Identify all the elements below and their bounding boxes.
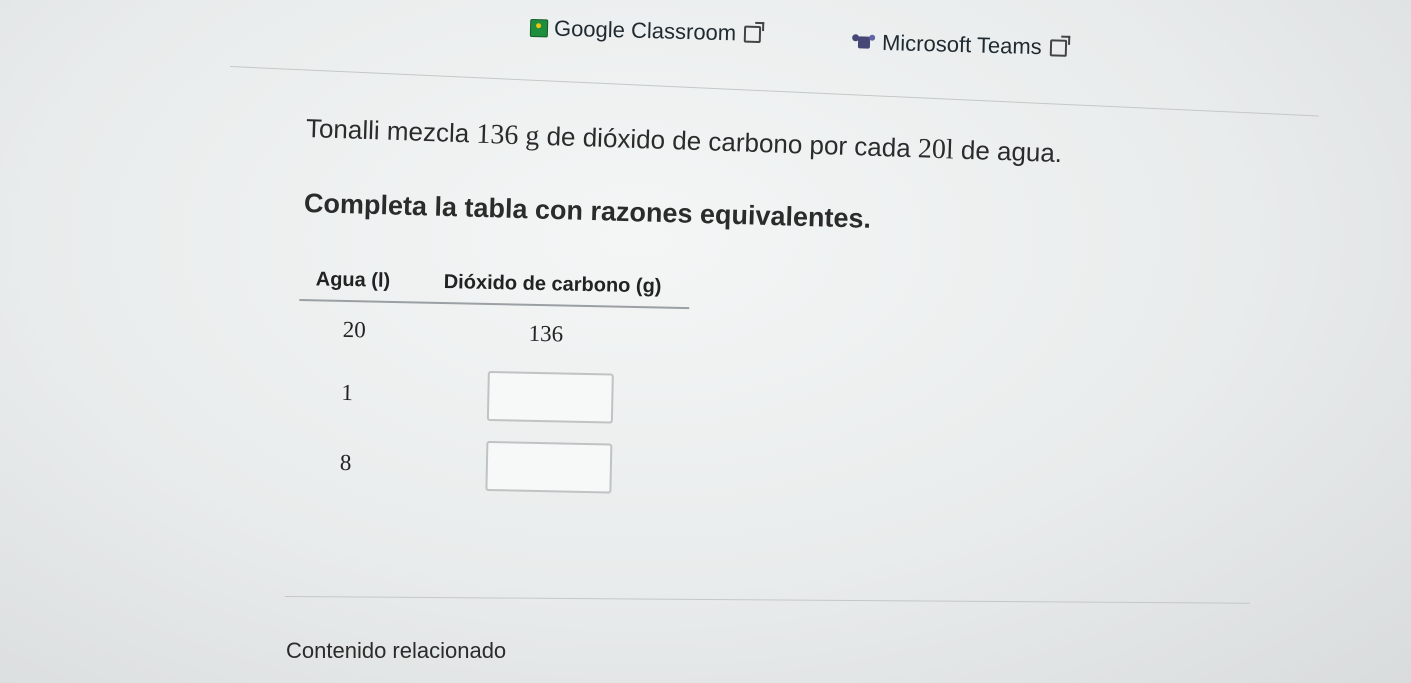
header-dioxido: Dióxido de carbono (g) bbox=[443, 271, 662, 298]
external-link-icon bbox=[743, 25, 762, 43]
top-divider bbox=[229, 66, 1319, 117]
related-content-heading: Contenido relacionado bbox=[286, 638, 507, 663]
google-classroom-label: Google Classroom bbox=[553, 15, 737, 46]
agua-cell: 20 bbox=[342, 316, 366, 343]
bottom-divider bbox=[284, 596, 1250, 604]
microsoft-teams-label: Microsoft Teams bbox=[881, 29, 1043, 60]
amount-value: 136 bbox=[475, 118, 519, 152]
agua-cell: 1 bbox=[341, 379, 354, 406]
table-row: 8 bbox=[295, 427, 686, 505]
agua-cell: 8 bbox=[339, 449, 352, 476]
google-classroom-icon bbox=[529, 18, 549, 38]
water-value: 20 bbox=[917, 133, 947, 166]
microsoft-teams-icon bbox=[852, 34, 876, 51]
instruction-text: Completa la tabla con razones equivalent… bbox=[303, 188, 872, 234]
external-link-icon bbox=[1049, 38, 1067, 57]
problem-statement: Tonalli mezcla 136 g de dióxido de carbo… bbox=[305, 113, 1063, 169]
answer-input[interactable] bbox=[486, 370, 614, 424]
header-agua: Agua (l) bbox=[315, 268, 391, 292]
share-microsoft-teams-link[interactable]: Microsoft Teams bbox=[852, 29, 1067, 61]
ratio-table: Agua (l) Dióxido de carbono (g) 20 136 1… bbox=[295, 268, 690, 505]
share-google-classroom-link[interactable]: Google Classroom bbox=[529, 15, 762, 47]
table-row: 1 bbox=[297, 357, 688, 435]
dioxido-cell: 136 bbox=[528, 320, 564, 347]
table-row: 20 136 bbox=[298, 301, 689, 365]
answer-input[interactable] bbox=[485, 440, 613, 494]
